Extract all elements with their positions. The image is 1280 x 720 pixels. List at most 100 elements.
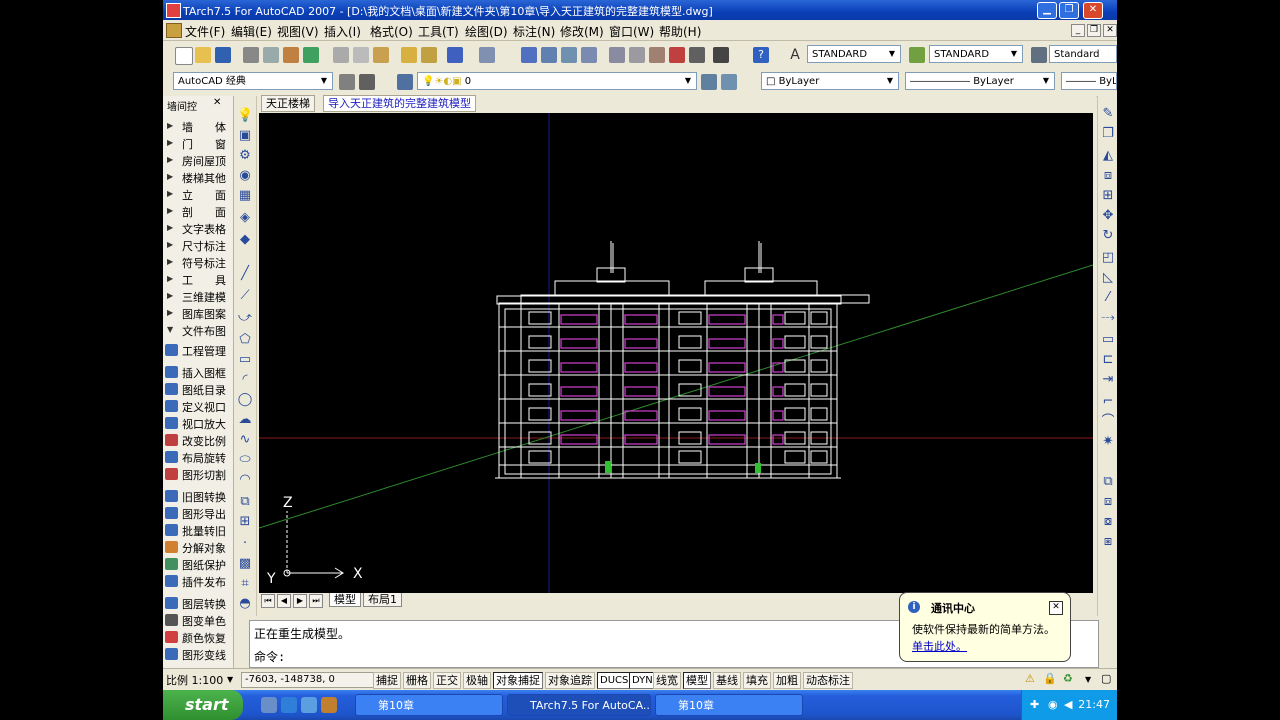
new-icon[interactable] (175, 47, 193, 65)
help-icon[interactable]: ? (753, 47, 769, 63)
bulb-icon[interactable]: 💡 (237, 108, 253, 124)
taskbar-folder-2[interactable]: 第10章 (655, 694, 803, 716)
undo-icon[interactable] (447, 47, 463, 63)
make-block-icon[interactable]: ⊞ (237, 514, 253, 530)
fillet-icon[interactable]: ⌒ (1100, 414, 1116, 430)
plot-preview-icon[interactable] (263, 47, 279, 63)
point-icon[interactable]: · (237, 536, 253, 552)
make-current-layer-icon[interactable] (701, 74, 717, 90)
doc-restore-button[interactable]: ❐ (1087, 24, 1101, 37)
tab-tianzheng-stairs[interactable]: 天正楼梯 (261, 95, 315, 112)
network-icon[interactable]: ◉ (1048, 698, 1058, 711)
polyline-icon[interactable]: ⤻ (237, 310, 253, 326)
snap-toggle[interactable]: 捕捉 (373, 672, 401, 689)
doc-minimize-button[interactable]: _ (1071, 24, 1085, 37)
menu-text-table[interactable]: ▶ 文字表格 (163, 220, 233, 236)
spline-icon[interactable]: ∿ (237, 432, 253, 448)
ortho-toggle[interactable]: 正交 (433, 672, 461, 689)
insert-block-icon[interactable]: ⧉ (237, 494, 253, 510)
move-icon[interactable]: ✥ (1100, 208, 1116, 224)
menu-section[interactable]: ▶ 剖 面 (163, 203, 233, 219)
bring-front-icon[interactable]: ⧈ (1100, 494, 1116, 510)
tool-d-icon[interactable]: ▦ (237, 188, 253, 204)
model-toggle[interactable]: 模型 (683, 672, 711, 689)
tab-drawing[interactable]: 导入天正建筑的完整建筑模型 (323, 95, 476, 112)
offset-icon[interactable]: ⧈ (1100, 168, 1116, 184)
tool-layout-rotate[interactable]: 布局旋转 (163, 449, 233, 465)
menu-view[interactable]: 视图(V) (277, 23, 319, 40)
stretch-icon[interactable]: ◺ (1100, 270, 1116, 286)
block-editor-icon[interactable] (421, 47, 437, 63)
rectangle-icon[interactable]: ▭ (237, 352, 253, 368)
menu-tools[interactable]: 工具(T) (418, 23, 459, 40)
tool-drawing-cut[interactable]: 图形切割 (163, 466, 233, 482)
menu-format[interactable]: 格式(O) (370, 23, 413, 40)
trim-icon[interactable]: ⁄ (1100, 290, 1116, 306)
tool-project-manage[interactable]: 工程管理 (163, 342, 233, 358)
security-icon[interactable]: ✚ (1030, 698, 1039, 711)
osnap-toggle[interactable]: 对象捕捉 (493, 672, 543, 689)
command-prompt[interactable]: 命令: (254, 648, 285, 665)
color-select[interactable]: □ ByLayer ▼ (761, 72, 899, 90)
zoom-realtime-icon[interactable] (541, 47, 557, 63)
break-icon[interactable]: ⊏ (1100, 352, 1116, 368)
design-center-icon[interactable] (629, 47, 645, 63)
tool-e-icon[interactable]: ◈ (237, 210, 253, 226)
chamfer-icon[interactable]: ⌐ (1100, 394, 1116, 410)
comm-center-icon[interactable]: ♻ (1063, 672, 1073, 685)
scale-dropdown-icon[interactable]: ▼ (227, 675, 233, 684)
otrack-toggle[interactable]: 对象追踪 (545, 672, 595, 689)
erase-icon[interactable]: ✎ (1100, 106, 1116, 122)
markup-icon[interactable] (689, 47, 705, 63)
publish-icon[interactable] (283, 47, 299, 63)
extend-icon[interactable]: ⤏ (1100, 310, 1116, 326)
rotate-icon[interactable]: ↻ (1100, 228, 1116, 244)
paste-icon[interactable] (373, 47, 389, 63)
tool-batch-convert[interactable]: 批量转旧 (163, 522, 233, 538)
open-icon[interactable] (195, 47, 211, 63)
last-tab-icon[interactable]: ⏭ (309, 594, 323, 608)
menu-stairs-other[interactable]: ▶ 楼梯其他 (163, 169, 233, 185)
tool-define-viewport[interactable]: 定义视口 (163, 398, 233, 414)
hatch-icon[interactable]: ▩ (237, 556, 253, 572)
linetype-select[interactable]: ―――――― ByLayer ▼ (905, 72, 1055, 90)
polar-toggle[interactable]: 极轴 (463, 672, 491, 689)
menu-window[interactable]: 窗口(W) (609, 23, 654, 40)
pan-icon[interactable] (521, 47, 537, 63)
zoom-previous-icon[interactable] (581, 47, 597, 63)
dim-style-select[interactable]: STANDARD ▼ (929, 45, 1023, 63)
table-style-select[interactable]: Standard (1049, 45, 1117, 63)
menu-elevation[interactable]: ▶ 立 面 (163, 186, 233, 202)
circle-icon[interactable]: ◯ (237, 392, 253, 408)
region-icon[interactable]: ◓ (237, 596, 253, 612)
ellipse-icon[interactable]: ⬭ (237, 452, 253, 468)
menu-file-layout[interactable]: ▼ 文件布图 (163, 322, 233, 338)
fill-toggle[interactable]: 填充 (743, 672, 771, 689)
tool-old-convert[interactable]: 旧图转换 (163, 488, 233, 504)
panel-close-icon[interactable]: ✕ (213, 97, 221, 108)
show-desktop-icon[interactable] (261, 697, 277, 713)
tool-protect[interactable]: 图纸保护 (163, 556, 233, 572)
doc-close-button[interactable]: ✕ (1103, 24, 1117, 37)
prev-tab-icon[interactable]: ◀ (277, 594, 291, 608)
break-point-icon[interactable]: ▭ (1100, 332, 1116, 348)
menu-modify[interactable]: 修改(M) (560, 23, 604, 40)
redo-icon[interactable] (479, 47, 495, 63)
menu-library[interactable]: ▶ 图库图案 (163, 305, 233, 321)
bring-above-icon[interactable]: ⧆ (1100, 534, 1116, 550)
clean-screen-icon[interactable]: ▢ (1101, 672, 1111, 685)
balloon-link[interactable]: 单击此处。 (912, 638, 967, 654)
tool-b-icon[interactable]: ⚙ (237, 148, 253, 164)
minimize-button[interactable]: ▁ (1037, 2, 1057, 19)
tool-export[interactable]: 图形导出 (163, 505, 233, 521)
app-icon[interactable] (166, 3, 181, 18)
save-icon[interactable] (215, 47, 231, 63)
grid-toggle[interactable]: 栅格 (403, 672, 431, 689)
line-icon[interactable]: ╱ (237, 266, 253, 282)
zoom-window-icon[interactable] (561, 47, 577, 63)
taskbar-tarch[interactable]: TArch7.5 For AutoCA... (507, 694, 651, 716)
menu-tools[interactable]: ▶ 工 具 (163, 271, 233, 287)
cut-icon[interactable] (333, 47, 349, 63)
close-button[interactable]: ✕ (1083, 2, 1103, 19)
menu-room-roof[interactable]: ▶ 房间屋顶 (163, 152, 233, 168)
